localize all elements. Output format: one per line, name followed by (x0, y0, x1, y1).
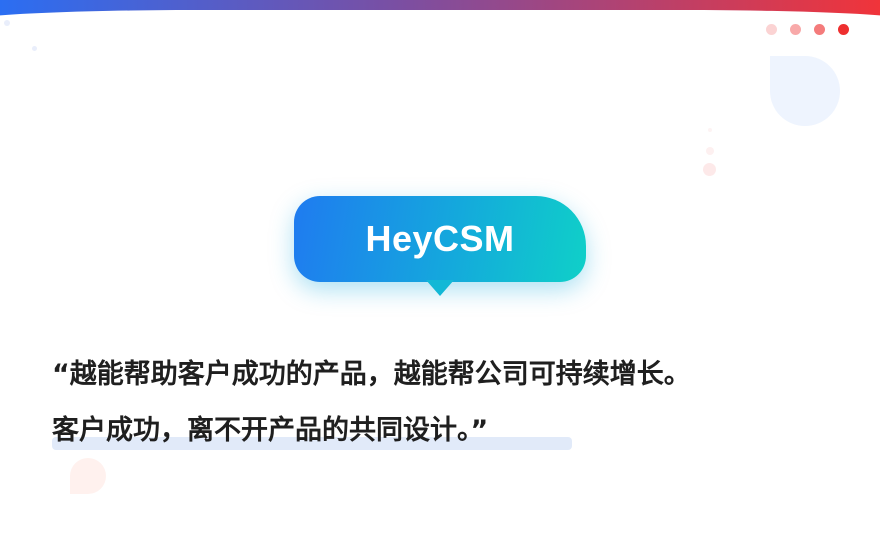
decorative-drop (706, 147, 714, 155)
decorative-speck (4, 20, 10, 26)
decorative-blob (70, 458, 106, 494)
decorative-speck (32, 46, 37, 51)
decorative-drop (708, 128, 712, 132)
brand-name: HeyCSM (365, 218, 515, 259)
dot-indicator (766, 24, 849, 35)
indicator-dot (838, 24, 849, 35)
top-curve-decoration (0, 10, 880, 34)
indicator-dot (766, 24, 777, 35)
indicator-dot (814, 24, 825, 35)
quote-line-1: “越能帮助客户成功的产品，越能帮公司可持续增长。 (52, 359, 691, 390)
indicator-dot (790, 24, 801, 35)
decorative-blob (770, 56, 840, 126)
speech-bubble-tail (426, 280, 454, 296)
quote-line-2: 客户成功，离不开产品的共同设计。” (52, 415, 489, 446)
decorative-drop (703, 163, 716, 176)
